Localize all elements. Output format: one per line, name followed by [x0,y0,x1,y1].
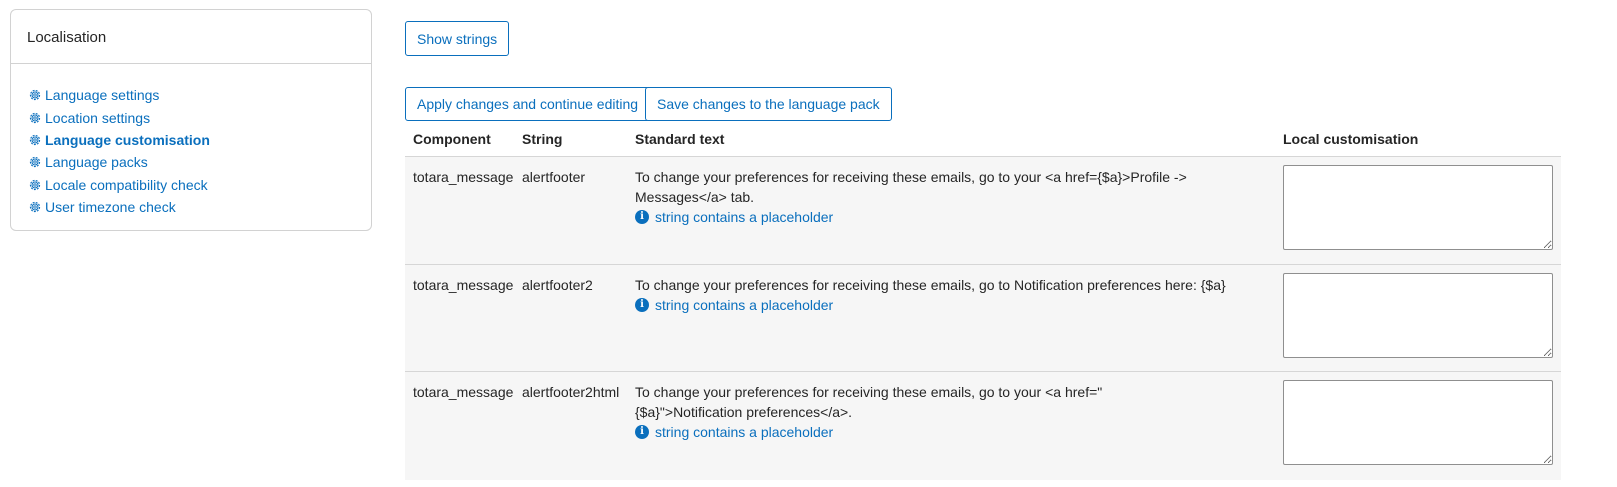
localisation-block: Localisation Language settings Location … [10,9,372,231]
localisation-nav: Language settings Location settings Lang… [11,64,371,218]
local-customisation-cell [1275,372,1561,480]
column-header-string: String [522,130,563,147]
info-icon: i [635,425,649,439]
local-customisation-cell [1275,157,1561,265]
customisation-table: Component String Standard text Local cus… [405,121,1561,480]
column-header-standard-text: Standard text [635,130,725,147]
table-row: totara_message alertfooter2html To chang… [405,371,1561,480]
placeholder-hint[interactable]: i string contains a placeholder [635,422,1267,442]
sidebar-item-label: Location settings [45,109,151,126]
sidebar-item-language-customisation[interactable]: Language customisation [28,129,371,151]
gear-icon [29,112,41,123]
standard-text-cell: To change your preferences for receiving… [627,265,1275,372]
table-header-row: Component String Standard text Local cus… [405,121,1561,157]
gear-icon [29,202,41,213]
local-customisation-input[interactable] [1283,165,1553,250]
gear-icon [29,134,41,146]
standard-text: To change your preferences for receiving… [635,384,1103,420]
standard-text-cell: To change your preferences for receiving… [627,372,1275,480]
local-customisation-cell [1275,265,1561,372]
sidebar-item-label: Language packs [45,154,148,171]
component-cell: totara_message [413,384,514,400]
apply-changes-button[interactable]: Apply changes and continue editing [405,87,651,121]
local-customisation-input[interactable] [1283,380,1553,465]
string-cell: alertfooter2 [522,277,593,293]
standard-text: To change your preferences for receiving… [635,169,1187,205]
column-header-local-customisation: Local customisation [1283,130,1419,147]
standard-text: To change your preferences for receiving… [635,277,1226,293]
column-header-component: Component [413,130,491,147]
sidebar-item-label: Locale compatibility check [45,176,208,193]
placeholder-hint[interactable]: i string contains a placeholder [635,295,1267,315]
gear-icon [29,179,41,190]
local-customisation-input[interactable] [1283,273,1553,358]
sidebar-item-locale-compatibility-check[interactable]: Locale compatibility check [28,174,371,196]
info-icon: i [635,298,649,312]
sidebar-item-label: User timezone check [45,199,176,216]
placeholder-hint-label: string contains a placeholder [655,297,834,313]
placeholder-hint-label: string contains a placeholder [655,209,834,225]
show-strings-button[interactable]: Show strings [405,21,510,56]
sidebar-item-label: Language customisation [45,131,210,148]
gear-icon [29,90,41,101]
standard-text-cell: To change your preferences for receiving… [627,157,1275,265]
component-cell: totara_message [413,277,514,293]
component-cell: totara_message [413,169,514,185]
gear-icon [29,157,41,168]
sidebar-item-language-packs[interactable]: Language packs [28,151,371,173]
sidebar-item-label: Language settings [45,87,160,104]
save-changes-button[interactable]: Save changes to the language pack [645,87,892,121]
sidebar-item-location-settings[interactable]: Location settings [28,106,371,128]
string-cell: alertfooter2html [522,384,620,400]
string-cell: alertfooter [522,169,586,185]
info-icon: i [635,210,649,224]
block-title: Localisation [11,10,371,64]
table-row: totara_message alertfooter2 To change yo… [405,264,1561,372]
sidebar-item-language-settings[interactable]: Language settings [28,84,371,106]
sidebar-item-user-timezone-check[interactable]: User timezone check [28,196,371,218]
placeholder-hint-label: string contains a placeholder [655,424,834,440]
placeholder-hint[interactable]: i string contains a placeholder [635,207,1267,227]
table-row: totara_message alertfooter To change you… [405,156,1561,265]
